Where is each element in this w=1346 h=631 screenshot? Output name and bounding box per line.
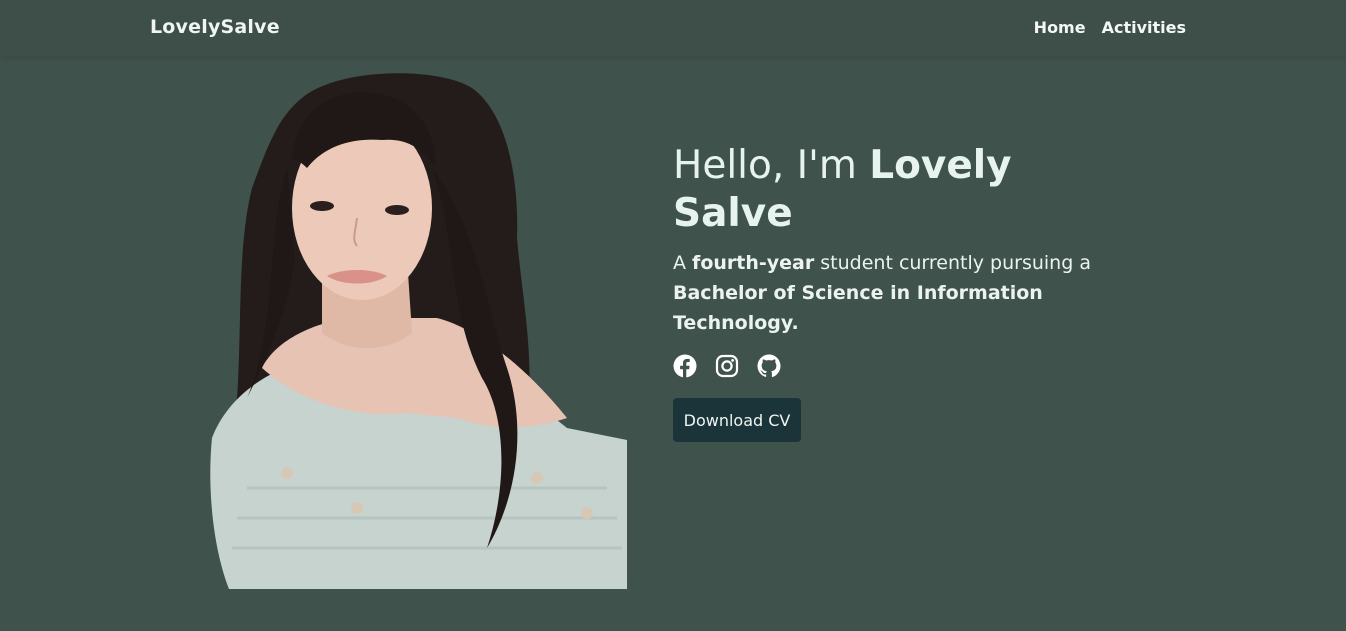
hero-subtitle: A fourth-year student currently pursuing… <box>673 248 1113 338</box>
nav-link-home[interactable]: Home <box>1034 18 1086 37</box>
subtitle-year: fourth-year <box>692 252 815 274</box>
brand-logo[interactable]: LovelySalve <box>150 16 280 38</box>
social-links <box>673 354 1143 378</box>
hero-heading: Hello, I'm Lovely Salve <box>673 142 1033 238</box>
hero-greeting: Hello, I'm <box>673 143 870 188</box>
navbar: LovelySalve Home Activities <box>0 0 1346 56</box>
facebook-icon[interactable] <box>673 354 697 378</box>
profile-photo <box>210 73 627 589</box>
subtitle-degree: Bachelor of Science in Information Techn… <box>673 282 1043 334</box>
subtitle-prefix: A <box>673 252 693 274</box>
nav-links: Home Activities <box>1034 18 1186 37</box>
download-cv-button[interactable]: Download CV <box>673 398 801 442</box>
subtitle-middle: student currently pursuing a <box>814 252 1091 274</box>
nav-link-activities[interactable]: Activities <box>1102 18 1186 37</box>
instagram-icon[interactable] <box>715 354 739 378</box>
hero-section: Hello, I'm Lovely Salve A fourth-year st… <box>673 142 1143 442</box>
github-icon[interactable] <box>757 354 781 378</box>
